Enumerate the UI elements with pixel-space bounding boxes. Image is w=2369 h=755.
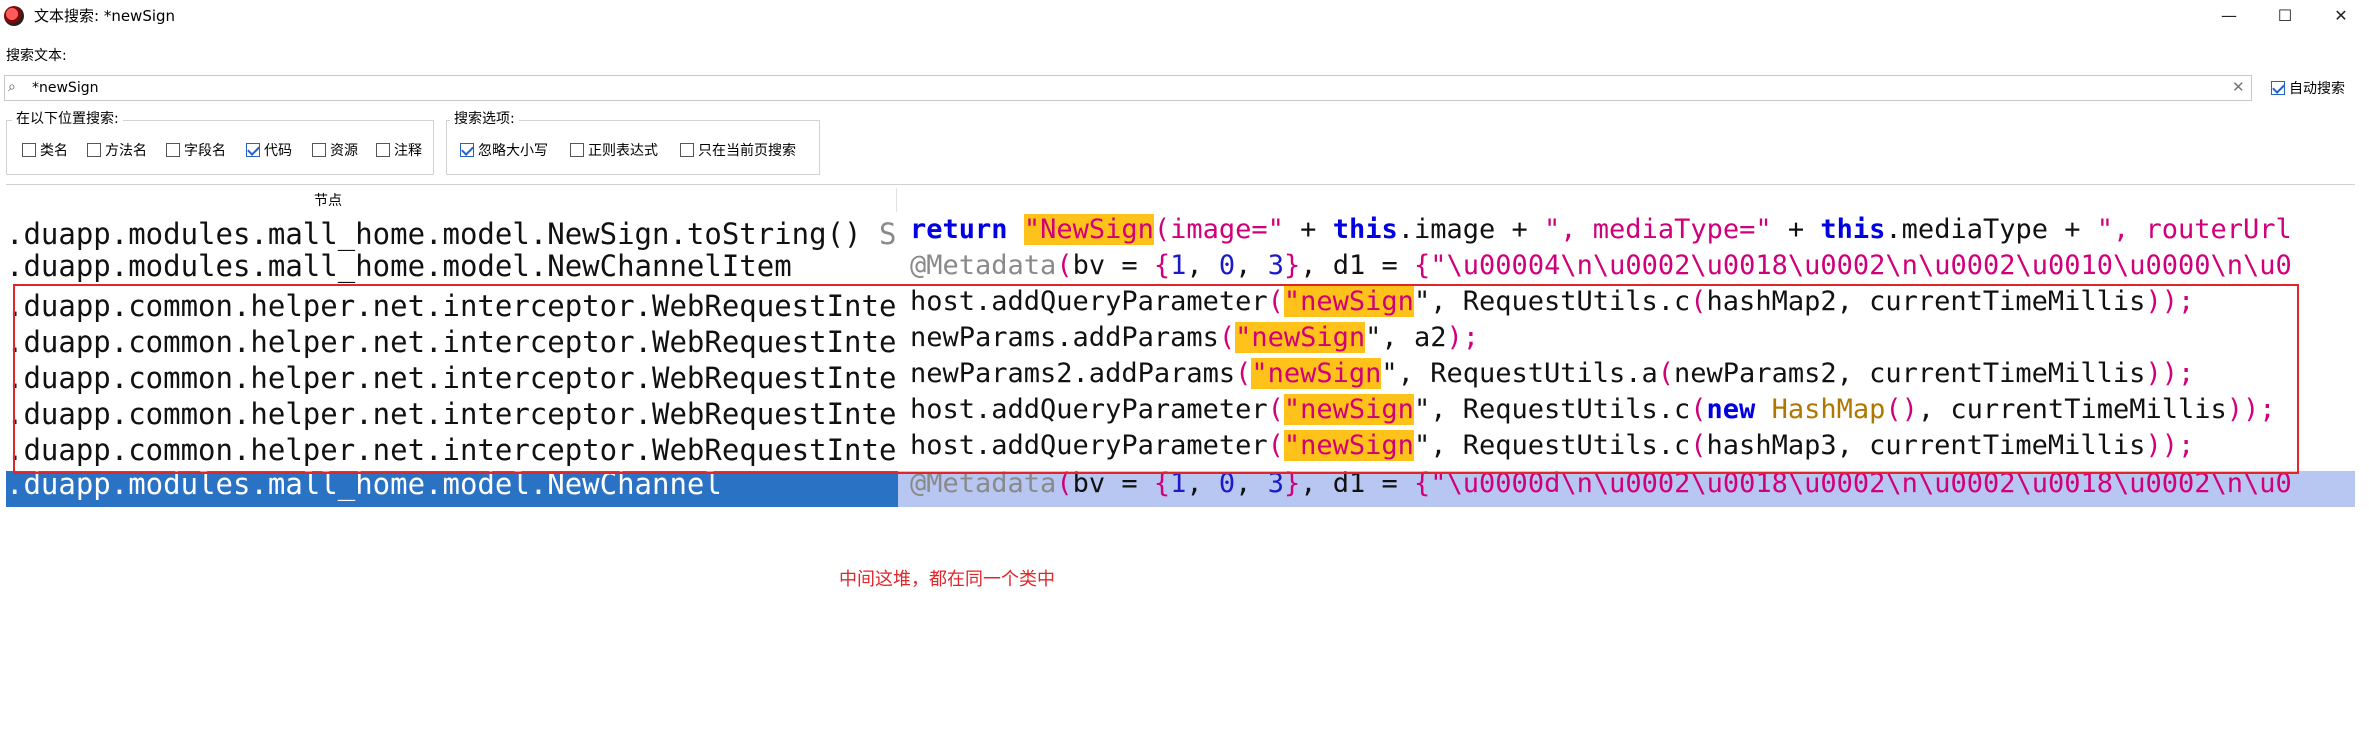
option-comment[interactable]: 注释	[376, 143, 422, 159]
option-label: 字段名	[184, 143, 226, 159]
code-check[interactable]	[246, 143, 260, 157]
node-column-header-label: 节点	[314, 193, 342, 209]
option-label: 类名	[40, 143, 68, 159]
option-label: 代码	[264, 143, 292, 159]
window-title: 文本搜索: *newSign	[34, 7, 176, 25]
search-icon: ⌕	[8, 79, 16, 95]
search-options-title: 搜索选项:	[450, 111, 519, 127]
code-token: (	[1056, 250, 1073, 281]
node-text: .duapp.modules.mall_home.model.NewChanne…	[6, 249, 792, 283]
field-name-check[interactable]	[166, 143, 180, 157]
code-token: "\u00004\n\u0002\u0018\u0002\n\u0002\u00…	[1430, 250, 2292, 281]
code-token: 0	[1218, 250, 1236, 281]
table-row[interactable]: .duapp.modules.mall_home.model.NewSign.t…	[6, 216, 898, 252]
node-column-header[interactable]	[6, 188, 897, 212]
code-highlight: "NewSign	[1023, 214, 1154, 245]
code-token: ", mediaType="	[1544, 214, 1772, 245]
code-token: , d1 =	[1300, 250, 1415, 281]
close-button[interactable]: ✕	[2318, 0, 2364, 30]
code-cell[interactable]: return "NewSign(image=" + this.image + "…	[910, 212, 2355, 248]
current-page-check[interactable]	[680, 143, 694, 157]
search-label: 搜索文本:	[6, 48, 67, 64]
code-token: }	[1283, 250, 1301, 281]
code-token: .image +	[1397, 214, 1545, 245]
code-token: this	[1820, 214, 1886, 245]
option-label: 忽略大小写	[478, 143, 548, 159]
code-token: {	[1153, 250, 1171, 281]
option-code[interactable]: 代码	[246, 143, 292, 159]
option-class-name[interactable]: 类名	[22, 143, 68, 159]
node-text: .duapp.modules.mall_home.model.NewSign.t…	[6, 217, 862, 251]
code-token: bv =	[1072, 250, 1154, 281]
minimize-button[interactable]: —	[2206, 0, 2252, 30]
clear-search-icon[interactable]: ✕	[2232, 78, 2245, 96]
option-field-name[interactable]: 字段名	[166, 143, 226, 159]
title-bar	[0, 0, 2369, 32]
code-token: +	[1283, 214, 1333, 245]
code-token: 3	[1267, 250, 1284, 281]
option-label: 资源	[330, 143, 358, 159]
option-label: 正则表达式	[588, 143, 658, 159]
annotation-box	[13, 284, 2299, 474]
ignore-case-check[interactable]	[460, 143, 474, 157]
close-icon: ✕	[2334, 5, 2348, 25]
code-cell[interactable]: @Metadata(bv = {1, 0, 3}, d1 = {"\u00004…	[910, 248, 2355, 284]
code-token: 1	[1170, 250, 1187, 281]
regex-check[interactable]	[570, 143, 584, 157]
method-name-check[interactable]	[87, 143, 101, 157]
annotation-note: 中间这堆，都在同一个类中	[839, 569, 1055, 590]
auto-search-label: 自动搜索	[2289, 81, 2345, 97]
option-regex[interactable]: 正则表达式	[570, 143, 658, 159]
code-token: {	[1414, 250, 1431, 281]
resource-check[interactable]	[312, 143, 326, 157]
option-label: 方法名	[105, 143, 147, 159]
option-current-page[interactable]: 只在当前页搜索	[680, 143, 796, 159]
node-suffix: Str	[878, 217, 898, 251]
search-input[interactable]	[32, 77, 2212, 99]
code-token: return	[910, 214, 1008, 245]
class-name-check[interactable]	[22, 143, 36, 157]
code-token: +	[1771, 214, 1821, 245]
auto-search-check[interactable]	[2271, 81, 2285, 95]
code-token: .mediaType +	[1885, 214, 2097, 245]
search-in-title: 在以下位置搜索:	[12, 111, 123, 127]
app-icon	[4, 6, 24, 26]
option-ignore-case[interactable]: 忽略大小写	[460, 143, 548, 159]
code-token: this	[1332, 214, 1398, 245]
code-column-header[interactable]	[897, 188, 2355, 212]
maximize-button[interactable]: ☐	[2262, 0, 2308, 30]
code-token: ,	[1235, 250, 1268, 281]
table-row[interactable]: .duapp.modules.mall_home.model.NewChanne…	[6, 248, 898, 284]
code-token: ,	[1186, 250, 1219, 281]
option-resource[interactable]: 资源	[312, 143, 358, 159]
option-method-name[interactable]: 方法名	[87, 143, 147, 159]
auto-search-checkbox[interactable]: 自动搜索	[2271, 81, 2345, 97]
code-token: @Metadata	[910, 250, 1057, 281]
option-label: 只在当前页搜索	[698, 143, 796, 159]
minimize-icon: —	[2221, 5, 2237, 25]
comment-check[interactable]	[376, 143, 390, 157]
option-label: 注释	[394, 143, 422, 159]
code-token: ", routerUrl	[2096, 214, 2292, 245]
code-token: (image="	[1153, 214, 1284, 245]
maximize-icon: ☐	[2277, 5, 2293, 25]
